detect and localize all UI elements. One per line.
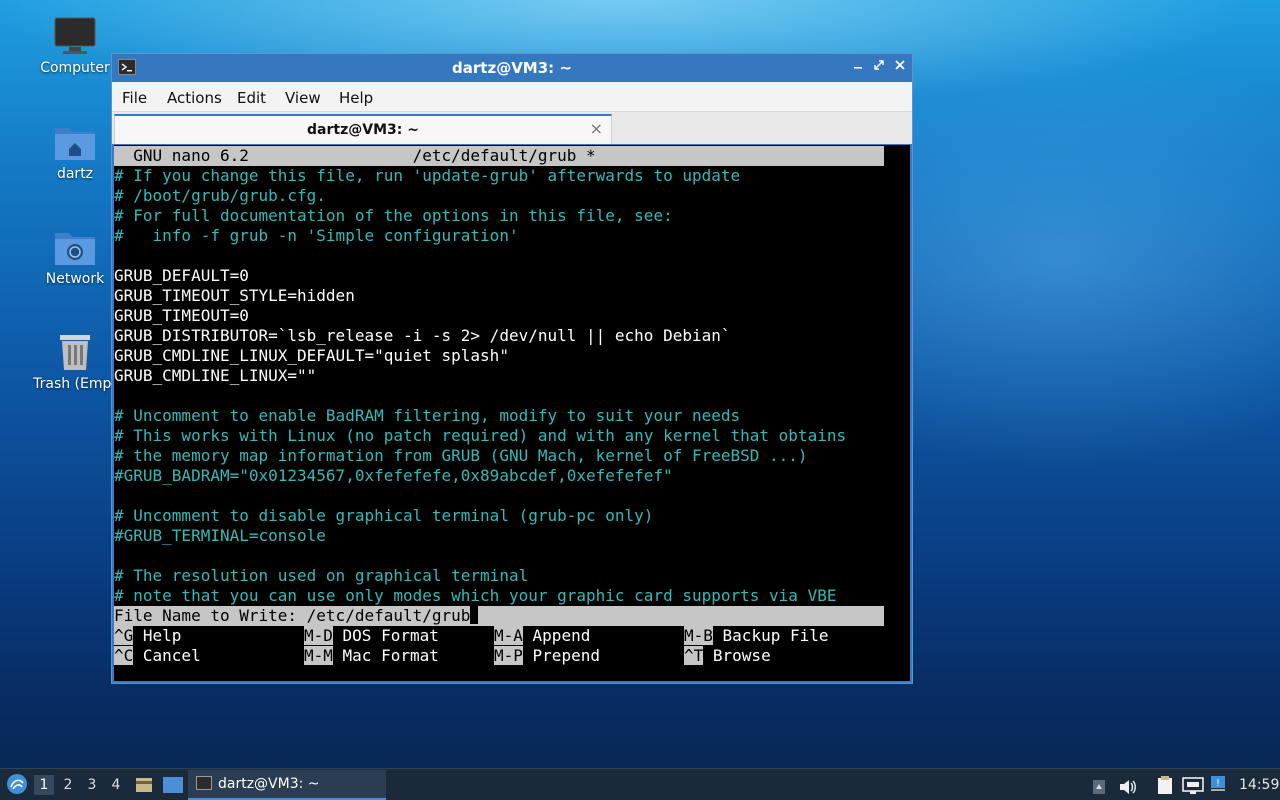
terminal-icon <box>196 776 212 790</box>
clipboard-icon[interactable] <box>1156 775 1174 795</box>
shortcut-key: M-A <box>494 626 523 645</box>
lubuntu-logo-icon <box>7 774 27 794</box>
start-menu-button[interactable] <box>6 773 28 797</box>
editor-line: # /boot/grub/grub.cfg. <box>114 186 326 205</box>
shortcut-key: ^C <box>114 646 134 665</box>
editor-line: #GRUB_BADRAM="0x01234567,0xfefefefe,0x89… <box>114 466 673 485</box>
taskbar-terminal-task[interactable]: dartz@VM3: ~ <box>188 770 386 800</box>
editor-line: # This works with Linux (no patch requir… <box>114 426 847 445</box>
nano-shortcut: M-P Prepend <box>494 646 600 666</box>
minimize-button[interactable] <box>849 58 867 76</box>
editor-line: GRUB_DISTRIBUTOR=`lsb_release -i -s 2> /… <box>114 326 731 345</box>
nano-shortcut: M-M Mac Format <box>304 646 439 666</box>
editor-line: # If you change this file, run 'update-g… <box>114 166 741 185</box>
menu-edit[interactable]: Edit <box>237 89 266 107</box>
editor-line: GRUB_CMDLINE_LINUX_DEFAULT="quiet splash… <box>114 346 509 365</box>
text-cursor <box>470 606 479 624</box>
editor-line: # Uncomment to enable BadRAM filtering, … <box>114 406 741 425</box>
network-status-icon[interactable] <box>1182 775 1204 795</box>
editor-line: # The resolution used on graphical termi… <box>114 566 529 585</box>
editor-line: # For full documentation of the options … <box>114 206 673 225</box>
taskbar: 1 2 3 4 dartz@VM3: ~ ! 14:59 <box>0 768 1280 800</box>
desktop-icon <box>163 777 183 793</box>
window-titlebar[interactable]: dartz@VM3: ~ <box>112 54 912 82</box>
close-button[interactable] <box>891 58 909 76</box>
file-manager-icon <box>136 778 152 792</box>
nano-shortcut: ^C Cancel <box>114 646 201 666</box>
workspace-3[interactable]: 3 <box>82 775 102 795</box>
svg-text:!: ! <box>1216 778 1220 789</box>
tab-bar: dartz@VM3: ~ × <box>112 112 912 144</box>
show-desktop-button[interactable] <box>162 775 184 795</box>
task-label: dartz@VM3: ~ <box>218 776 320 792</box>
editor-line: # the memory map information from GRUB (… <box>114 446 808 465</box>
shortcut-label: Prepend <box>522 646 600 665</box>
clock[interactable]: 14:59 <box>1239 769 1279 800</box>
shortcut-label: Cancel <box>133 646 201 665</box>
terminal-tab[interactable]: dartz@VM3: ~ × <box>114 114 612 144</box>
workspace-1[interactable]: 1 <box>34 775 54 795</box>
editor-line: GRUB_TIMEOUT=0 <box>114 306 249 325</box>
menu-file[interactable]: File <box>122 89 147 107</box>
shortcut-key: ^T <box>684 646 704 665</box>
computer-icon <box>54 17 96 54</box>
menu-actions[interactable]: Actions <box>167 89 222 107</box>
shortcut-label: Append <box>522 626 591 645</box>
nano-shortcut: ^G Help <box>114 626 181 646</box>
editor-line: GRUB_DEFAULT=0 <box>114 266 249 285</box>
shortcut-key: M-B <box>684 626 713 645</box>
nano-shortcut: M-B Backup File <box>684 626 829 646</box>
shortcut-key: M-D <box>304 626 333 645</box>
editor-line: # Uncomment to disable graphical termina… <box>114 506 654 525</box>
menu-help[interactable]: Help <box>339 89 373 107</box>
workspace-2[interactable]: 2 <box>58 775 78 795</box>
editor-line: #GRUB_TERMINAL=console <box>114 526 326 545</box>
maximize-button[interactable] <box>870 58 888 76</box>
shortcut-label: Help <box>133 626 182 645</box>
shortcut-label: Mac Format <box>332 646 439 665</box>
nano-shortcut: ^T Browse <box>684 646 771 666</box>
nano-header: GNU nano 6.2 /etc/default/grub * <box>114 146 884 166</box>
editor-line: # info -f grub -n 'Simple configuration' <box>114 226 519 245</box>
editor-line: GRUB_CMDLINE_LINUX="" <box>114 366 317 385</box>
tray-arrow-icon[interactable] <box>1092 776 1106 794</box>
menu-view[interactable]: View <box>285 89 321 107</box>
network-folder-icon <box>55 233 95 265</box>
file-manager-launcher[interactable] <box>134 775 154 795</box>
terminal-content[interactable]: GNU nano 6.2 /etc/default/grub * # If yo… <box>114 145 910 681</box>
shortcut-key: ^G <box>114 626 134 645</box>
editor-line: GRUB_TIMEOUT_STYLE=hidden <box>114 286 355 305</box>
terminal-window: dartz@VM3: ~ File Actions Edit View Help… <box>111 53 913 684</box>
shortcut-label: DOS Format <box>332 626 439 645</box>
shortcut-label: Backup File <box>712 626 829 645</box>
volume-icon[interactable] <box>1118 776 1138 794</box>
update-notifier-icon[interactable]: ! <box>1208 774 1228 794</box>
editor-line: # note that you can use only modes which… <box>114 586 837 605</box>
nano-shortcut: M-D DOS Format <box>304 626 439 646</box>
tab-close-icon[interactable]: × <box>590 119 603 138</box>
prompt-text: File Name to Write: /etc/default/grub <box>114 606 471 625</box>
shortcut-label: Browse <box>703 646 771 665</box>
home-folder-icon <box>55 128 95 160</box>
nano-prompt[interactable]: File Name to Write: /etc/default/grub <box>114 606 884 626</box>
trash-icon <box>60 335 90 370</box>
workspace-4[interactable]: 4 <box>106 775 126 795</box>
tab-label: dartz@VM3: ~ <box>307 122 419 138</box>
shortcut-key: M-P <box>494 646 523 665</box>
nano-shortcut: M-A Append <box>494 626 590 646</box>
window-title: dartz@VM3: ~ <box>452 59 572 77</box>
menu-bar: File Actions Edit View Help <box>112 82 912 112</box>
shortcut-key: M-M <box>304 646 333 665</box>
